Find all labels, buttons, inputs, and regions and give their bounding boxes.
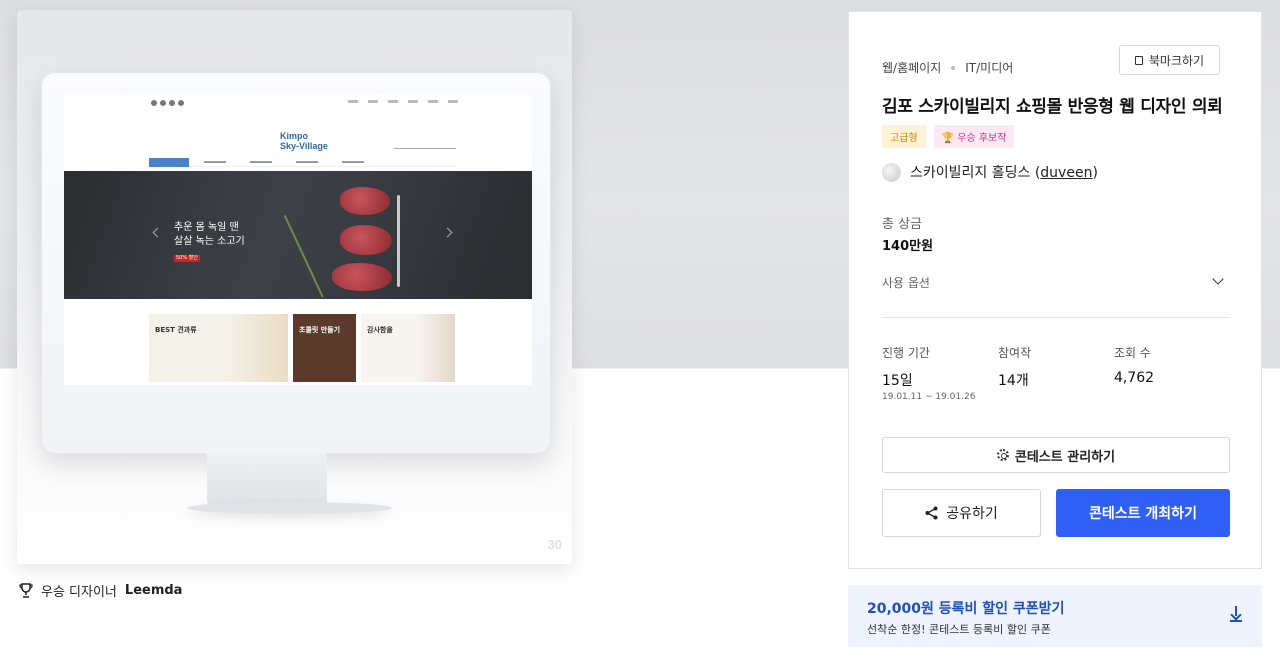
monitor-screen: Kimpo Sky-Village 추운 몸 녹일 땐 살살 녹는 소고기 50… [64, 95, 532, 385]
mock-logo-line1: Kimpo [280, 131, 308, 141]
award-badge-label: 우승 후보작 [957, 133, 1007, 144]
host-info: 스카이빌리지 홀딩스 (duveen) [882, 162, 1098, 182]
bookmark-icon [1134, 55, 1143, 65]
host-avatar [882, 162, 901, 182]
options-accordion[interactable]: 사용 옵션 [882, 270, 1230, 318]
mock-card-2: 초콜릿 만들기 [293, 314, 356, 382]
mock-fork [397, 195, 400, 287]
share-icon [925, 506, 938, 520]
mock-hero-copy: 추운 몸 녹일 땐 살살 녹는 소고기 50% 할인 [174, 221, 245, 264]
category-sub[interactable]: IT/미디어 [965, 59, 1013, 76]
views-value: 4,762 [1114, 370, 1155, 386]
separator-dot [951, 65, 956, 70]
grade-badge: 고급형 [882, 125, 926, 148]
monitor-mockup: Kimpo Sky-Village 추운 몸 녹일 땐 살살 녹는 소고기 50… [41, 72, 551, 454]
prize-label: 총 상금 [882, 217, 923, 232]
chevron-down-icon [1212, 273, 1224, 285]
host-id-link[interactable]: duveen [1040, 165, 1092, 181]
mock-meat-3 [332, 263, 392, 291]
mock-hero-line1: 추운 몸 녹일 땐 [174, 222, 239, 233]
host-name: 스카이빌리지 홀딩스 (duveen) [910, 165, 1098, 181]
mock-meat-2 [340, 225, 392, 255]
contest-title: 김포 스카이빌리지 쇼핑몰 반응형 웹 디자인 의뢰 [882, 97, 1223, 117]
entries-value: 14개 [998, 373, 1029, 389]
share-button[interactable]: 공유하기 [882, 489, 1041, 537]
winner-designer-prefix: 우승 디자이너 [41, 585, 117, 600]
contest-badges: 고급형 🏆 우승 후보작 [882, 125, 1015, 148]
contest-info-panel: 웹/홈페이지 IT/미디어 북마크하기 김포 스카이빌리지 쇼핑몰 반응형 웹 … [848, 11, 1262, 569]
period-label: 진행 기간 [882, 346, 930, 360]
period-value: 15일 [882, 373, 913, 389]
gear-icon [996, 449, 1009, 461]
category-breadcrumb: 웹/홈페이지 IT/미디어 [882, 59, 1013, 76]
mock-hero-tag: 50% 할인 [174, 255, 200, 262]
mock-site-header: Kimpo Sky-Village [64, 95, 532, 153]
trophy-icon [19, 583, 33, 598]
manage-contest-button[interactable]: 콘테스트 관리하기 [882, 437, 1230, 473]
mock-logo-line2: Sky-Village [280, 141, 328, 151]
mock-search-bar [394, 141, 456, 149]
mock-site-nav [149, 158, 455, 167]
bookmark-label: 북마크하기 [1148, 53, 1205, 68]
bookmark-button[interactable]: 북마크하기 [1119, 45, 1220, 75]
mock-product-cards: BEST 견과류 초콜릿 만들기 감사함을 [149, 314, 455, 382]
mock-social-icons [151, 100, 184, 106]
monitor-stand-neck [207, 453, 327, 508]
work-preview-image[interactable]: Kimpo Sky-Village 추운 몸 녹일 땐 살살 녹는 소고기 50… [17, 10, 572, 564]
coupon-title: 20,000원 등록비 할인 쿠폰받기 [867, 601, 1065, 617]
host-contest-button[interactable]: 콘테스트 개최하기 [1056, 489, 1230, 537]
award-badge: 🏆 우승 후보작 [933, 125, 1015, 148]
category-main[interactable]: 웹/홈페이지 [882, 59, 941, 76]
download-icon[interactable] [1230, 606, 1242, 622]
winner-designer-name[interactable]: Leemda [125, 583, 183, 598]
coupon-subtitle: 선착순 한정! 콘테스트 등록비 할인 쿠폰 [867, 623, 1051, 636]
share-label: 공유하기 [946, 506, 998, 522]
views-label: 조회 수 [1114, 346, 1151, 360]
mock-next-arrow-icon [442, 227, 453, 238]
prize-value: 140만원 [882, 239, 934, 254]
options-label: 사용 옵션 [882, 276, 930, 290]
coupon-banner[interactable]: 20,000원 등록비 할인 쿠폰받기 선착순 한정! 콘테스트 등록비 할인 … [848, 585, 1262, 647]
mock-meat-1 [340, 187, 390, 215]
mock-util-links [348, 100, 458, 103]
mock-hero-banner: 추운 몸 녹일 땐 살살 녹는 소고기 50% 할인 [64, 171, 532, 299]
winner-designer: 우승 디자이너 Leemda [19, 581, 182, 600]
manage-contest-label: 콘테스트 관리하기 [1014, 449, 1116, 465]
mock-site-logo: Kimpo Sky-Village [280, 131, 328, 151]
mock-card-3: 감사함을 [361, 314, 455, 382]
image-count-badge: 30 [547, 537, 562, 552]
entries-label: 참여작 [998, 346, 1032, 360]
mock-card-1: BEST 견과류 [149, 314, 288, 382]
monitor-stand-foot [187, 502, 392, 514]
period-range: 19.01.11 ~ 19.01.26 [882, 392, 976, 402]
mock-prev-arrow-icon [152, 227, 163, 238]
mock-hero-line2: 살살 녹는 소고기 [174, 236, 245, 247]
